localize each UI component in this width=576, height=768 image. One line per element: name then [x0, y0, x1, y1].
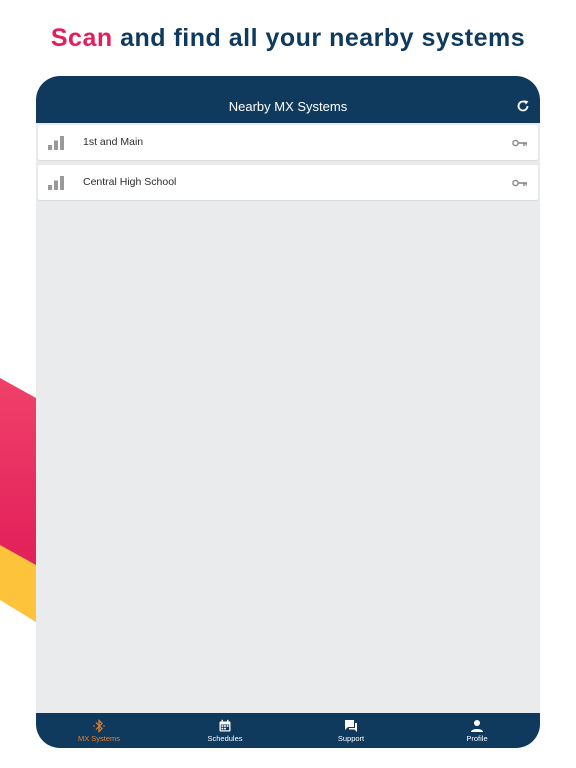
system-row[interactable]: 1st and Main — [38, 125, 538, 160]
tab-label: Schedules — [207, 734, 243, 743]
bluetooth-icon — [93, 719, 105, 733]
calendar-icon — [219, 719, 231, 732]
nav-bar: Nearby MX Systems — [36, 76, 540, 123]
tab-support[interactable]: Support — [288, 713, 414, 748]
system-row[interactable]: Central High School — [38, 165, 538, 200]
tab-label: Support — [337, 734, 365, 743]
headline-rest: and find all your nearby systems — [112, 24, 526, 52]
tablet-screen: Nearby MX Systems 1st and Main Central H… — [36, 76, 540, 748]
headline: Scan and find all your nearby systems — [0, 24, 576, 53]
tab-label: MX Systems — [77, 734, 121, 743]
tab-label: Profile — [466, 734, 488, 743]
headline-accent: Scan — [50, 24, 113, 52]
signal-bars-icon — [48, 136, 64, 150]
chat-icon — [345, 720, 357, 732]
pink-stripe-shape — [0, 378, 36, 565]
system-name: 1st and Main — [83, 136, 144, 148]
tab-mx-systems[interactable]: MX Systems — [36, 713, 162, 748]
signal-bars-icon — [48, 176, 64, 190]
tab-bar: MX Systems Schedules Support Profile — [36, 713, 540, 748]
yellow-stripe-shape — [0, 540, 36, 622]
systems-list: 1st and Main Central High School — [38, 125, 538, 205]
key-icon[interactable] — [512, 179, 527, 187]
system-name: Central High School — [83, 176, 177, 188]
nav-title: Nearby MX Systems — [228, 99, 348, 114]
key-icon[interactable] — [512, 139, 527, 147]
tab-profile[interactable]: Profile — [414, 713, 540, 748]
person-icon — [471, 720, 483, 732]
tab-schedules[interactable]: Schedules — [162, 713, 288, 748]
refresh-icon[interactable] — [516, 99, 530, 113]
